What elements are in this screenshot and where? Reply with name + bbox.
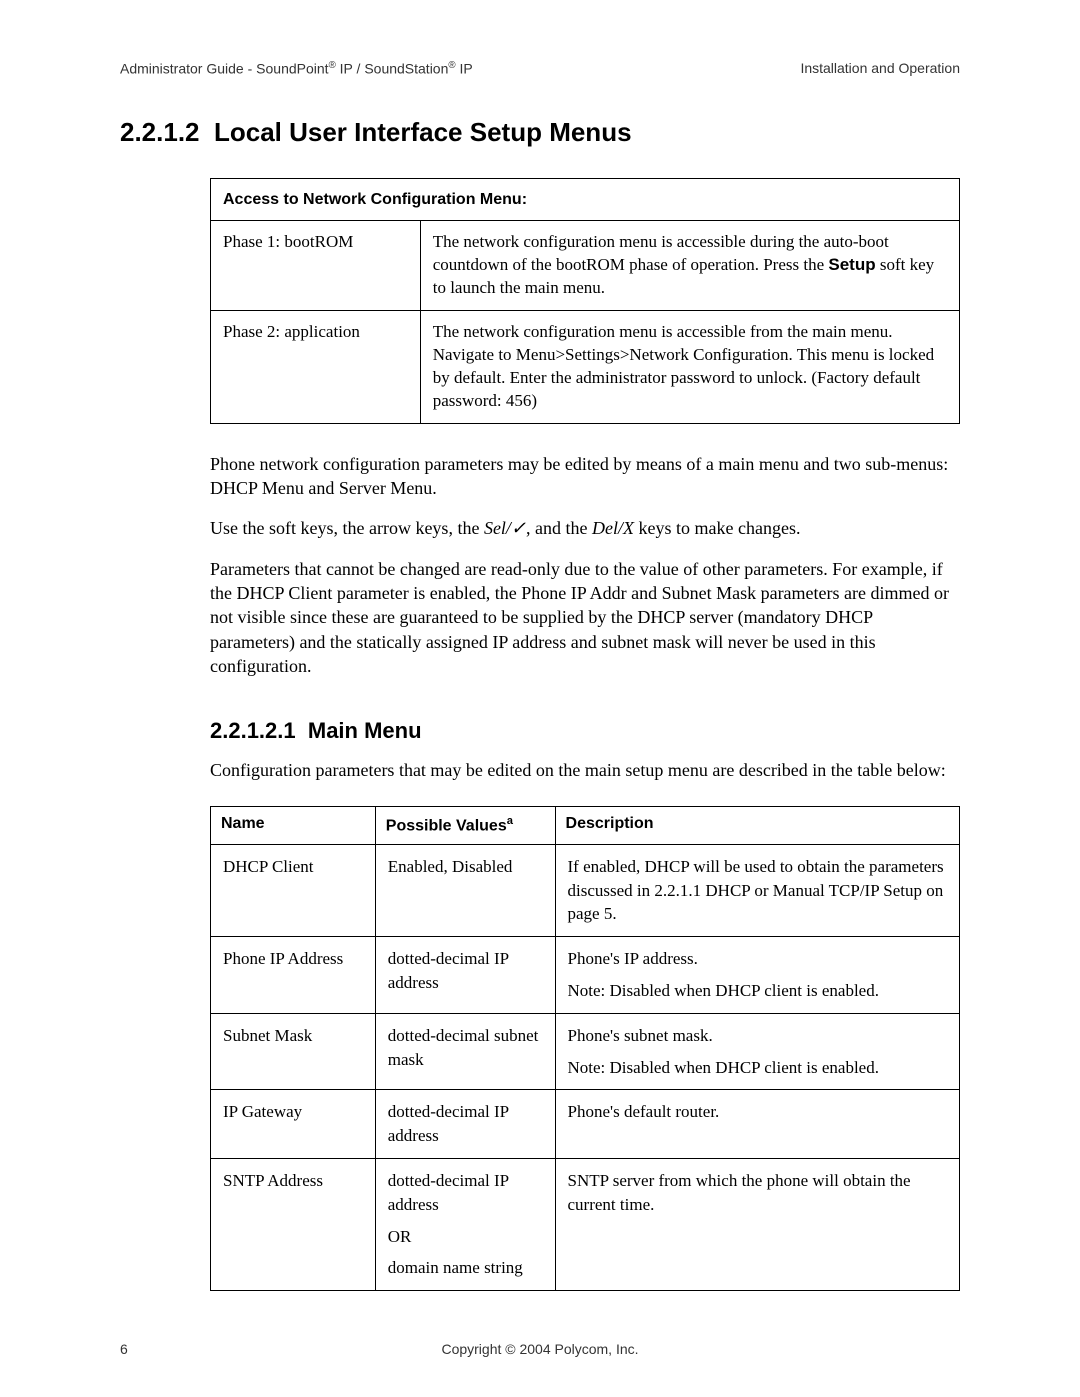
body-paragraph: Phone network configuration parameters m… [210, 452, 960, 501]
section-number: 2.2.1.2 [120, 117, 200, 147]
param-desc: Phone's default router. [555, 1090, 959, 1159]
table-row: DHCP Client Enabled, Disabled If enabled, … [211, 844, 960, 936]
access-phase-desc: The network configuration menu is access… [420, 221, 959, 311]
desc-line: SNTP server from which the phone will ob… [568, 1169, 947, 1217]
value-line: dotted-decimal IP address [388, 947, 543, 995]
value-line: domain name string [388, 1256, 543, 1280]
subsection-heading: 2.2.1.2.1 Main Menu [210, 718, 960, 744]
page-footer: 6 Copyright © 2004 Polycom, Inc. [120, 1341, 960, 1357]
param-desc: Phone's subnet mask. Note: Disabled when … [555, 1013, 959, 1090]
desc-line: Note: Disabled when DHCP client is enabl… [568, 1056, 947, 1080]
table-row: Phase 2: application The network configu… [211, 311, 960, 424]
text-segment: The network configuration menu is access… [433, 232, 889, 274]
header-left: Administrator Guide - SoundPoint® IP / S… [120, 60, 473, 77]
desc-line: Phone's IP address. [568, 947, 947, 971]
page-header: Administrator Guide - SoundPoint® IP / S… [120, 60, 960, 77]
access-table-title-row: Access to Network Configuration Menu: [211, 178, 960, 221]
access-phase-desc: The network configuration menu is access… [420, 311, 959, 424]
value-line: dotted-decimal subnet mask [388, 1024, 543, 1072]
col-header-name: Name [211, 807, 376, 844]
table-row: Subnet Maskdotted-decimal subnet maskPho… [211, 1013, 960, 1090]
subsection-title: Main Menu [308, 718, 422, 743]
subsection-intro-block: Configuration parameters that may be edi… [210, 758, 960, 782]
param-name: Subnet Mask [211, 1013, 376, 1090]
text-segment: Possible Values [386, 818, 507, 835]
body-paragraph: Parameters that cannot be changed are re… [210, 557, 960, 678]
table-row: Phase 1: bootROM The network configurati… [211, 221, 960, 311]
header-left-a: Administrator Guide - SoundPoint [120, 61, 329, 77]
body-paragraph: Use the soft keys, the arrow keys, the S… [210, 516, 960, 540]
sel-key-label: Sel/✓ [484, 518, 526, 538]
access-table-block: Access to Network Configuration Menu: Ph… [210, 178, 960, 424]
params-table: Name Possible Valuesa Description DHCP C… [210, 806, 960, 1291]
subsection-number: 2.2.1.2.1 [210, 718, 296, 743]
registered-mark: ® [448, 60, 455, 71]
table-row: IP Gatewaydotted-decimal IP address Phone… [211, 1090, 960, 1159]
text-segment: keys to make changes. [634, 518, 800, 538]
del-key-label: Del/X [592, 518, 634, 538]
access-phase-label: Phase 2: application [211, 311, 421, 424]
desc-line: Note: Disabled when DHCP client is enabl… [568, 979, 947, 1003]
access-table: Access to Network Configuration Menu: Ph… [210, 178, 960, 424]
header-right: Installation and Operation [800, 60, 960, 77]
setup-key-label: Setup [828, 255, 875, 274]
section-title: Local User Interface Setup Menus [214, 117, 632, 147]
param-name: Phone IP Address [211, 937, 376, 1014]
param-values: dotted-decimal IP address [375, 1090, 555, 1159]
value-line: dotted-decimal IP address [388, 1100, 543, 1148]
params-table-block: Name Possible Valuesa Description DHCP C… [210, 806, 960, 1291]
param-values: dotted-decimal IP address OR domain name s… [375, 1158, 555, 1290]
footnote-marker: a [507, 815, 513, 827]
param-values: dotted-decimal subnet mask [375, 1013, 555, 1090]
param-name: DHCP Client [211, 844, 376, 936]
text-segment: Use the soft keys, the arrow keys, the [210, 518, 484, 538]
section-heading: 2.2.1.2 Local User Interface Setup Menus [120, 117, 960, 148]
param-name: IP Gateway [211, 1090, 376, 1159]
col-header-desc: Description [555, 807, 959, 844]
body-paragraphs: Phone network configuration parameters m… [210, 452, 960, 678]
text-segment: , and the [526, 518, 592, 538]
param-desc: SNTP server from which the phone will ob… [555, 1158, 959, 1290]
param-values: dotted-decimal IP address [375, 937, 555, 1014]
access-table-title: Access to Network Configuration Menu: [211, 178, 960, 221]
value-line: OR [388, 1225, 543, 1249]
table-row: SNTP Addressdotted-decimal IP addressORd… [211, 1158, 960, 1290]
col-header-values: Possible Valuesa [375, 807, 555, 844]
value-line: Enabled, Disabled [388, 855, 543, 879]
header-left-c: IP [456, 61, 473, 77]
params-header-row: Name Possible Valuesa Description [211, 807, 960, 844]
registered-mark: ® [329, 60, 336, 71]
header-left-b: IP / SoundStation [336, 61, 449, 77]
param-desc: If enabled, DHCP will be used to obtain … [555, 844, 959, 936]
table-row: Phone IP Addressdotted-decimal IP addres… [211, 937, 960, 1014]
copyright-text: Copyright © 2004 Polycom, Inc. [120, 1341, 960, 1357]
desc-line: Phone's default router. [568, 1100, 947, 1124]
param-desc: Phone's IP address. Note: Disabled when D… [555, 937, 959, 1014]
desc-line: If enabled, DHCP will be used to obtain … [568, 855, 947, 926]
param-name: SNTP Address [211, 1158, 376, 1290]
param-values: Enabled, Disabled [375, 844, 555, 936]
subsection-intro: Configuration parameters that may be edi… [210, 758, 960, 782]
value-line: dotted-decimal IP address [388, 1169, 543, 1217]
desc-line: Phone's subnet mask. [568, 1024, 947, 1048]
access-phase-label: Phase 1: bootROM [211, 221, 421, 311]
